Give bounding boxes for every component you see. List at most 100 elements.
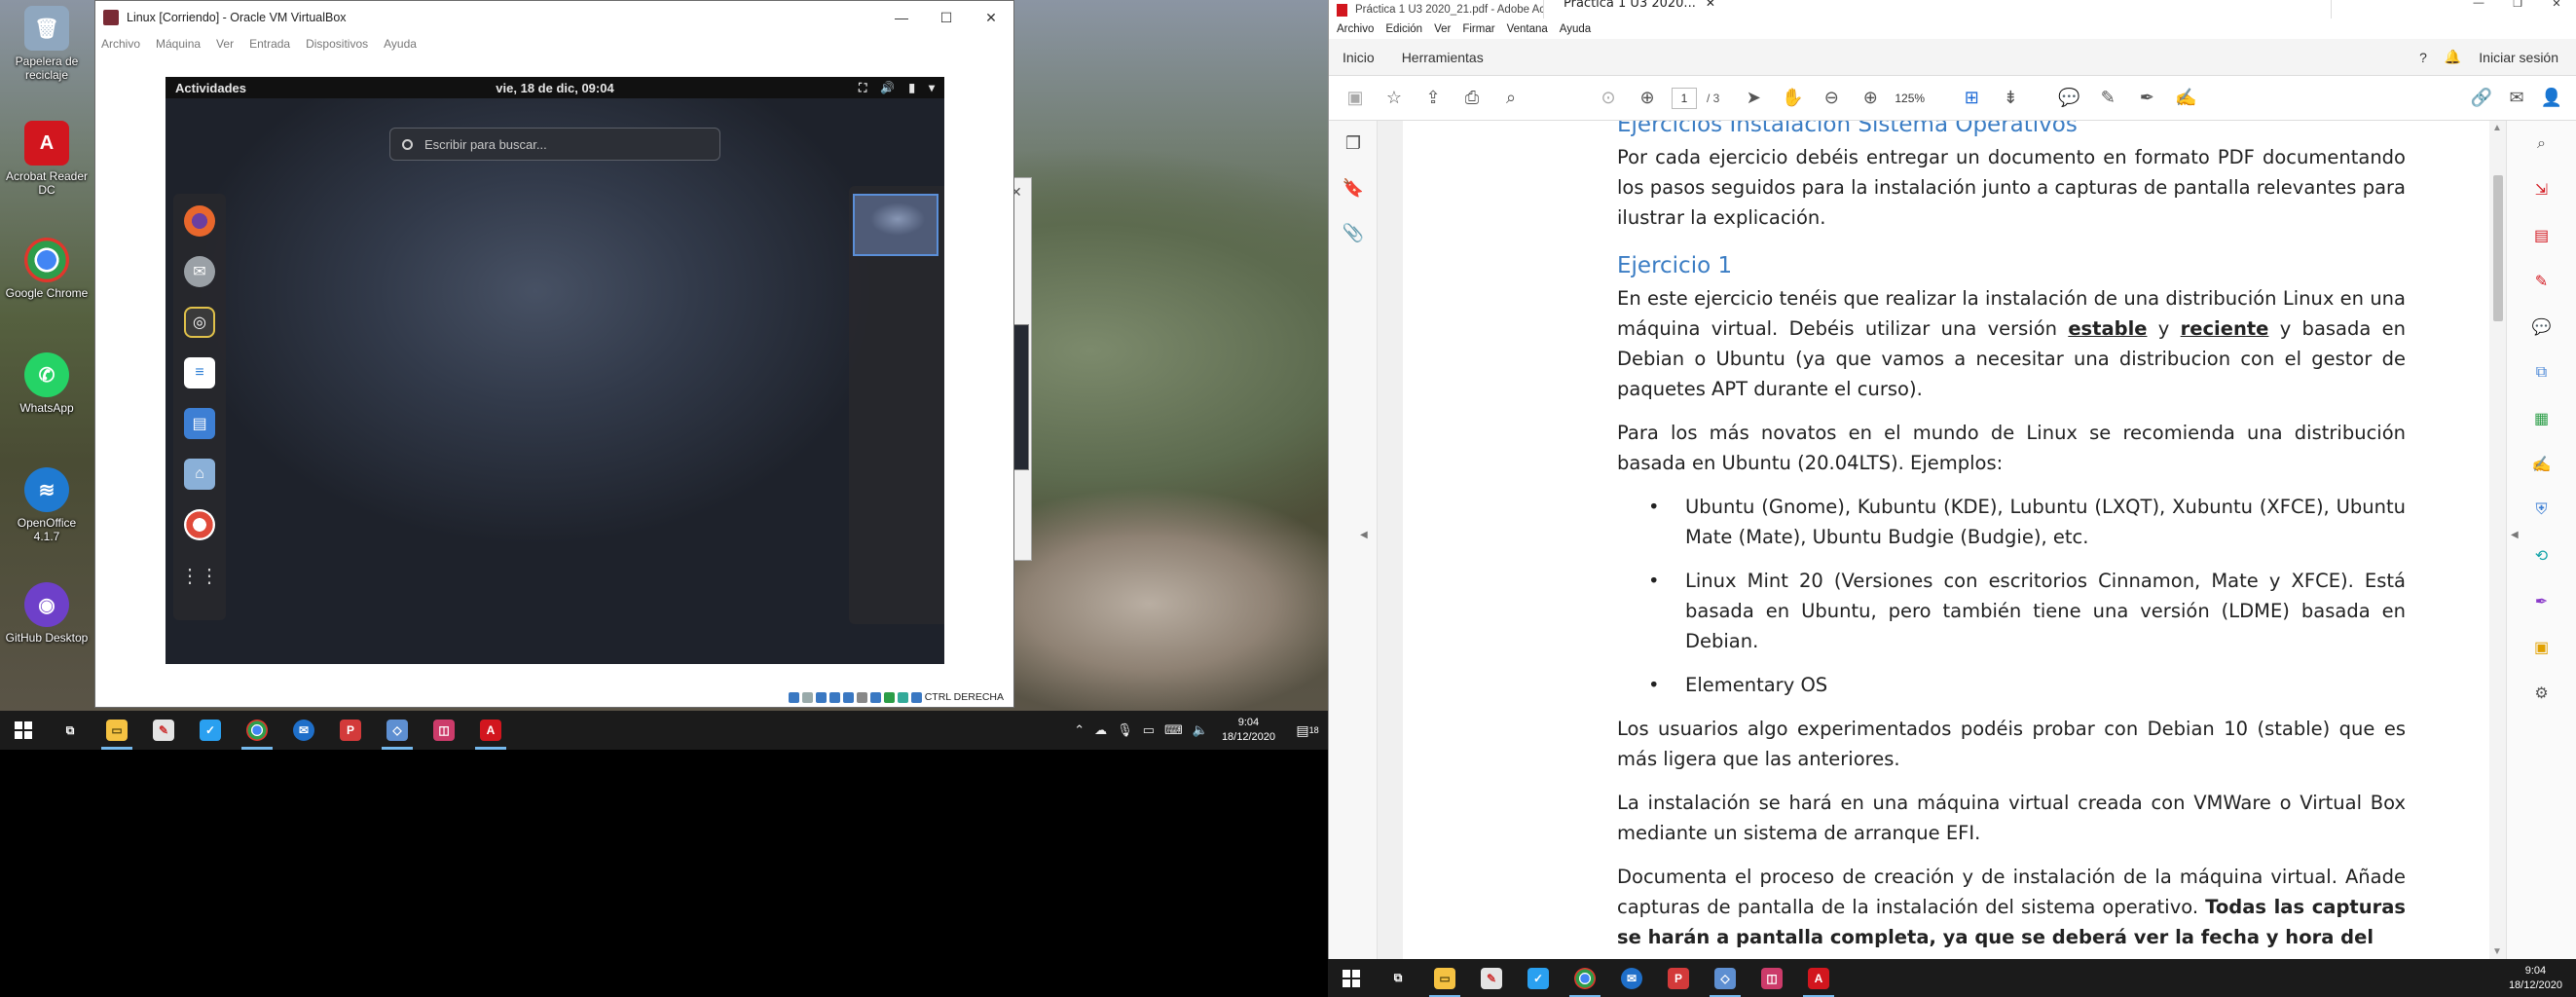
notifications-button[interactable]: ▤ 18 bbox=[1293, 722, 1322, 739]
upload-icon[interactable]: ⇪ bbox=[1418, 84, 1448, 113]
protect-icon[interactable]: ⛨ bbox=[2507, 487, 2576, 533]
email-icon[interactable]: ✉ bbox=[2502, 84, 2531, 113]
document-area[interactable]: Ejercicios Instalación Sistema Operativo… bbox=[1378, 121, 2507, 959]
bookmark-star-icon[interactable]: ☆ bbox=[1380, 84, 1409, 113]
files-icon[interactable]: ▤ bbox=[184, 408, 215, 439]
minimize-button[interactable]: — bbox=[2459, 0, 2498, 13]
fill-sign-icon[interactable]: ✍ bbox=[2507, 441, 2576, 487]
usb-icon[interactable] bbox=[842, 691, 854, 703]
page-thumbnails-icon[interactable]: ❐ bbox=[1329, 121, 1378, 166]
select-tool-icon[interactable]: ➤ bbox=[1739, 84, 1768, 113]
page-up-icon[interactable]: ⊙ bbox=[1594, 84, 1623, 113]
mouse-integration-icon[interactable] bbox=[897, 691, 908, 703]
taskbar-acrobat[interactable]: A bbox=[467, 711, 514, 750]
recording-icon[interactable] bbox=[883, 691, 895, 703]
keyboard-icon[interactable] bbox=[910, 691, 922, 703]
restore-button[interactable]: ❐ bbox=[2498, 0, 2537, 13]
scrollbar-thumb[interactable] bbox=[2493, 175, 2503, 321]
zoom-in-icon[interactable]: ⊕ bbox=[1856, 84, 1885, 113]
more-tools-icon[interactable]: ▣ bbox=[2507, 624, 2576, 670]
chevron-up-icon[interactable]: ⌃ bbox=[1074, 722, 1085, 738]
find-icon[interactable]: ⌕ bbox=[1496, 84, 1526, 113]
close-button[interactable]: ✕ bbox=[969, 1, 1013, 34]
menu-firmar[interactable]: Firmar bbox=[1462, 23, 1494, 35]
microphone-icon[interactable]: 🎙 bbox=[1117, 722, 1133, 738]
sign-icon[interactable]: ✍ bbox=[2171, 84, 2200, 113]
search-icon[interactable]: ⌕ bbox=[2507, 121, 2576, 166]
task-view-button[interactable]: ⧉ bbox=[47, 711, 93, 750]
vm-screen[interactable]: Actividades ⛶ 🔊 ▮ ▾ vie, 18 de dic, 09:0… bbox=[166, 77, 944, 664]
page-layout-icon[interactable]: ⊞ bbox=[1957, 84, 1986, 113]
shared-folders-icon[interactable] bbox=[856, 691, 867, 703]
taskbar-slides[interactable]: ◫ bbox=[1748, 959, 1795, 997]
menu-ver[interactable]: Ver bbox=[1434, 23, 1451, 35]
software-icon[interactable]: ⌂ bbox=[184, 459, 215, 490]
network-icon[interactable]: ⌨ bbox=[1164, 722, 1183, 738]
highlight-icon[interactable]: ✎ bbox=[2093, 84, 2122, 113]
scroll-down-icon[interactable]: ▼ bbox=[2492, 946, 2502, 957]
start-button[interactable] bbox=[1328, 959, 1375, 997]
onedrive-icon[interactable]: ☁ bbox=[1094, 722, 1107, 738]
close-button[interactable]: ✕ bbox=[2537, 0, 2576, 13]
menu-ventana[interactable]: Ventana bbox=[1507, 23, 1548, 35]
taskbar-file-explorer[interactable]: ▭ bbox=[93, 711, 140, 750]
taskbar-virtualbox[interactable]: ◇ bbox=[1702, 959, 1748, 997]
help-icon[interactable] bbox=[184, 509, 215, 540]
tab-document[interactable]: Práctica 1 U3 2020... ✕ bbox=[1543, 0, 2332, 18]
taskbar-thunderbird[interactable]: ✉ bbox=[280, 711, 327, 750]
zoom-select[interactable]: 125% bbox=[1895, 92, 1947, 105]
menu-archivo[interactable]: Archivo bbox=[101, 37, 140, 51]
evolution-icon[interactable]: ✉ bbox=[184, 256, 215, 287]
minimize-button[interactable]: — bbox=[879, 1, 924, 34]
acrobat-window[interactable]: Práctica 1 U3 2020_21.pdf - Adobe Acroba… bbox=[1328, 0, 2576, 959]
taskbar-vscode[interactable]: ✓ bbox=[1515, 959, 1562, 997]
taskbar-thunderbird[interactable]: ✉ bbox=[1608, 959, 1655, 997]
menu-ayuda[interactable]: Ayuda bbox=[384, 37, 417, 51]
menu-maquina[interactable]: Máquina bbox=[156, 37, 201, 51]
vbox-titlebar[interactable]: Linux [Corriendo] - Oracle VM VirtualBox… bbox=[95, 1, 1013, 34]
menu-ayuda[interactable]: Ayuda bbox=[1560, 23, 1591, 35]
taskbar-paint[interactable]: ✎ bbox=[1468, 959, 1515, 997]
bell-icon[interactable]: 🔔 bbox=[2445, 49, 2461, 65]
comment-icon[interactable]: 💬 bbox=[2054, 84, 2083, 113]
menu-entrada[interactable]: Entrada bbox=[249, 37, 290, 51]
menu-edicion[interactable]: Edición bbox=[1385, 23, 1422, 35]
activities-button[interactable]: Actividades bbox=[175, 81, 246, 95]
customize-tools-icon[interactable]: ⚙ bbox=[2507, 670, 2576, 716]
taskbar-virtualbox[interactable]: ◇ bbox=[374, 711, 421, 750]
taskbar-chrome[interactable] bbox=[1562, 959, 1608, 997]
firefox-icon[interactable] bbox=[184, 205, 215, 237]
display-icon[interactable] bbox=[869, 691, 881, 703]
taskbar-paint[interactable]: ✎ bbox=[140, 711, 187, 750]
close-icon[interactable]: ✕ bbox=[1706, 0, 1715, 18]
maximize-button[interactable]: ☐ bbox=[924, 1, 969, 34]
taskbar-presenter[interactable]: P bbox=[1655, 959, 1702, 997]
organize-pages-icon[interactable]: ▦ bbox=[2507, 395, 2576, 441]
page-number-input[interactable]: 1 bbox=[1672, 87, 1697, 109]
scroll-up-icon[interactable]: ▲ bbox=[2492, 123, 2502, 133]
taskbar-clock[interactable]: 9:04 18/12/2020 bbox=[2509, 964, 2562, 993]
menu-archivo[interactable]: Archivo bbox=[1337, 23, 1374, 35]
virtualbox-window[interactable]: Linux [Corriendo] - Oracle VM VirtualBox… bbox=[94, 0, 1014, 708]
task-view-button[interactable]: ⧉ bbox=[1375, 959, 1421, 997]
menu-dispositivos[interactable]: Dispositivos bbox=[306, 37, 368, 51]
draw-icon[interactable]: ✒ bbox=[2132, 84, 2161, 113]
desktop-icon-acrobat[interactable]: A Acrobat Reader DC bbox=[4, 121, 90, 197]
writer-icon[interactable]: ≡ bbox=[184, 357, 215, 388]
signin-button[interactable]: Iniciar sesión bbox=[2479, 50, 2558, 65]
optical-icon[interactable] bbox=[801, 691, 813, 703]
desktop-icon-openoffice[interactable]: ≋ OpenOffice 4.1.7 bbox=[4, 467, 90, 543]
audio-icon[interactable] bbox=[815, 691, 827, 703]
bookmarks-icon[interactable]: 🔖 bbox=[1329, 166, 1378, 210]
taskbar-file-explorer[interactable]: ▭ bbox=[1421, 959, 1468, 997]
gnome-search-input[interactable]: Escribir para buscar... bbox=[389, 128, 720, 161]
taskbar-presenter[interactable]: P bbox=[327, 711, 374, 750]
vertical-scrollbar[interactable]: ▲ ▼ bbox=[2489, 121, 2507, 959]
gnome-system-tray[interactable]: ⛶ 🔊 ▮ ▾ bbox=[859, 81, 935, 95]
tab-herramientas[interactable]: Herramientas bbox=[1388, 39, 1497, 75]
start-button[interactable] bbox=[0, 711, 47, 750]
desktop-icon-github[interactable]: ◉ GitHub Desktop bbox=[4, 582, 90, 645]
taskbar-vscode[interactable]: ✓ bbox=[187, 711, 234, 750]
edit-pdf-icon[interactable]: ✎ bbox=[2507, 258, 2576, 304]
comment-tool-icon[interactable]: 💬 bbox=[2507, 304, 2576, 350]
